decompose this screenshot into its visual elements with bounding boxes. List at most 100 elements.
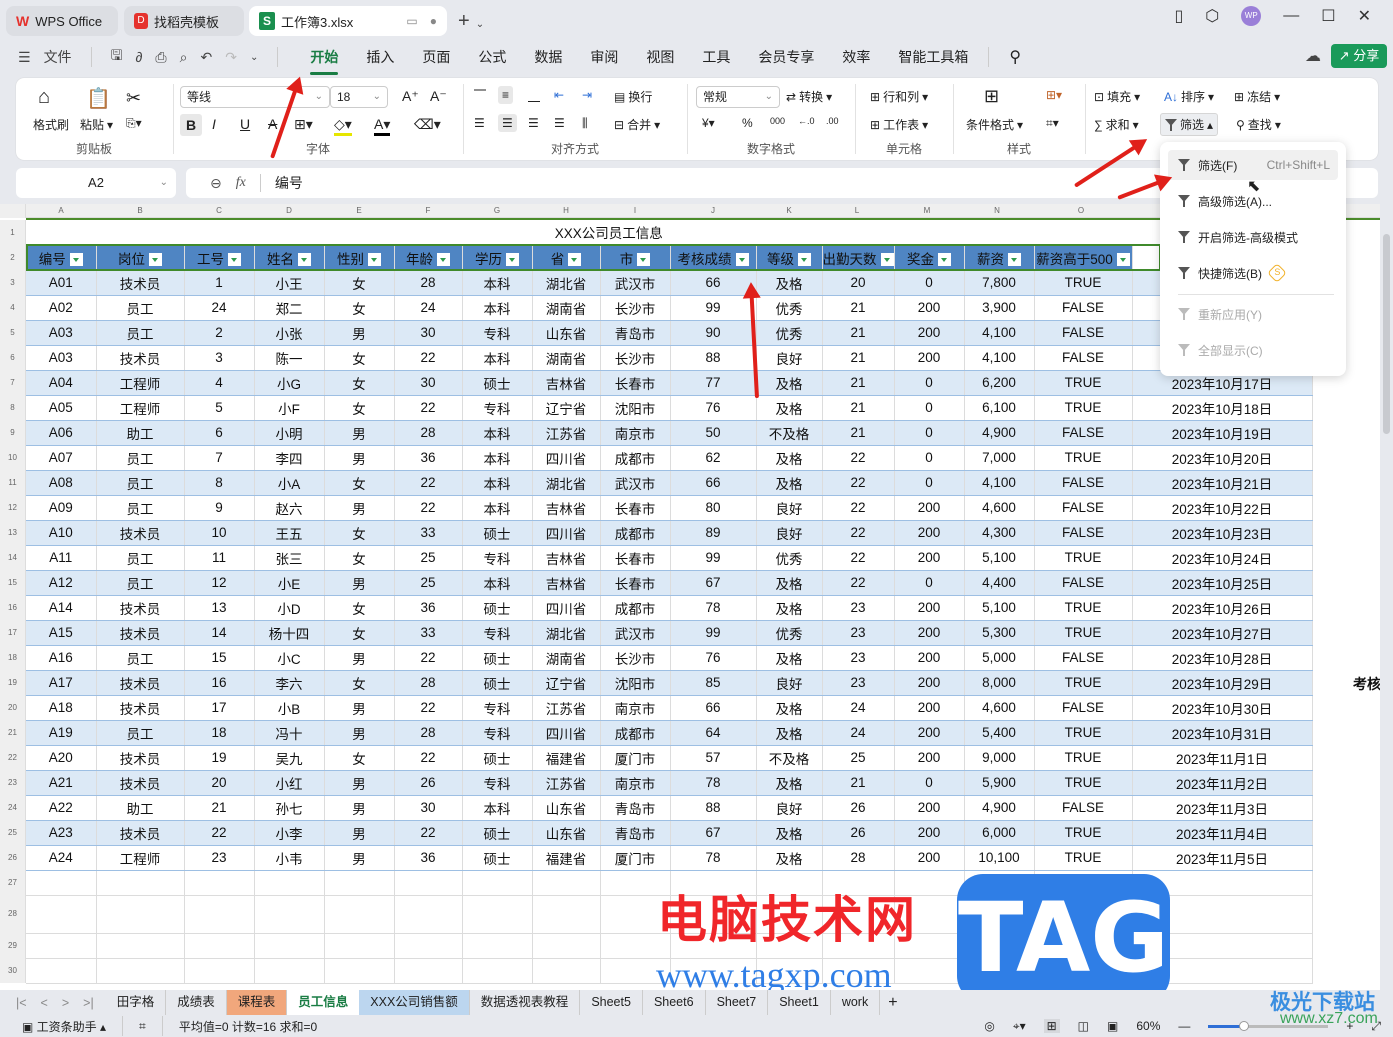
menu-data[interactable]: 数据 (520, 47, 576, 67)
avatar[interactable]: WP (1241, 6, 1262, 26)
table-cell[interactable]: 26 (822, 795, 895, 821)
table-cell[interactable]: 员工 (96, 495, 185, 521)
column-header[interactable]: L (822, 204, 892, 218)
column-header[interactable]: J (670, 204, 756, 218)
table-cell[interactable]: 武汉市 (600, 470, 671, 496)
table-cell[interactable]: 沈阳市 (600, 395, 671, 421)
table-cell[interactable]: 李四 (254, 445, 325, 471)
menu-member[interactable]: 会员专享 (744, 47, 828, 67)
table-cell[interactable]: 小D (254, 595, 325, 621)
empty-cell[interactable] (96, 933, 185, 959)
table-cell[interactable]: 长沙市 (600, 295, 671, 321)
table-cell[interactable]: 24 (184, 295, 255, 321)
table-cell[interactable]: 青岛市 (600, 820, 671, 846)
table-cell[interactable]: 郑二 (254, 295, 325, 321)
table-cell[interactable]: 南京市 (600, 695, 671, 721)
table-cell[interactable]: 57 (670, 745, 757, 771)
table-cell[interactable]: 80 (670, 495, 757, 521)
empty-cell[interactable] (26, 870, 97, 896)
table-cell[interactable]: 22 (394, 820, 463, 846)
table-cell[interactable]: 优秀 (756, 620, 823, 646)
decrease-decimal-icon[interactable]: .00 (826, 116, 839, 126)
column-header[interactable]: A (26, 204, 96, 218)
row-header[interactable]: 28 (0, 895, 26, 933)
table-cell[interactable]: 赵六 (254, 495, 325, 521)
cube-icon[interactable]: ⬡ (1205, 6, 1219, 26)
table-cell[interactable]: 不及格 (756, 745, 823, 771)
table-cell[interactable]: 专科 (462, 545, 533, 571)
conditional-format-button[interactable]: 条件格式 ▾ (966, 116, 1023, 133)
table-cell[interactable]: 2023年11月1日 (1132, 745, 1313, 771)
menu-home[interactable]: 开始 (296, 47, 352, 75)
empty-cell[interactable] (324, 933, 395, 959)
row-header[interactable]: 2 (0, 245, 26, 270)
table-cell[interactable]: 本科 (462, 270, 533, 296)
table-cell[interactable]: 22 (394, 745, 463, 771)
table-cell[interactable]: 成都市 (600, 595, 671, 621)
table-cell[interactable]: 0 (894, 770, 965, 796)
table-cell[interactable]: 男 (324, 320, 395, 346)
table-cell[interactable]: 77 (670, 370, 757, 396)
sheet-tab[interactable]: 数据透视表教程 (470, 990, 581, 1015)
table-cell[interactable]: 15 (184, 645, 255, 671)
table-cell[interactable]: 吉林省 (532, 370, 601, 396)
table-cell[interactable]: 长春市 (600, 370, 671, 396)
table-cell[interactable]: 男 (324, 695, 395, 721)
menu-item-quick-filter[interactable]: 快捷筛选(B) S (1168, 258, 1338, 288)
table-cell[interactable]: TRUE (1034, 670, 1133, 696)
table-cell[interactable]: 杨十四 (254, 620, 325, 646)
table-cell[interactable]: 小C (254, 645, 325, 671)
table-cell[interactable]: 湖南省 (532, 295, 601, 321)
table-cell[interactable]: 及格 (756, 595, 823, 621)
table-cell[interactable]: 男 (324, 645, 395, 671)
table-cell[interactable]: A02 (26, 295, 97, 321)
row-header[interactable]: 26 (0, 845, 26, 870)
empty-cell[interactable] (324, 958, 395, 984)
empty-cell[interactable] (184, 933, 255, 959)
table-cell[interactable]: 工程师 (96, 395, 185, 421)
table-cell[interactable]: 22 (822, 445, 895, 471)
menu-item-advanced-mode[interactable]: 开启筛选-高级模式 (1168, 222, 1338, 252)
empty-cell[interactable] (96, 958, 185, 984)
table-cell[interactable]: 员工 (96, 645, 185, 671)
table-cell[interactable]: 20 (184, 770, 255, 796)
align-top-icon[interactable]: ⎺ (474, 88, 486, 103)
column-header[interactable]: C (184, 204, 254, 218)
row-col-button[interactable]: ⊞ 行和列 ▾ (870, 88, 928, 105)
table-cell[interactable]: 技术员 (96, 270, 185, 296)
table-cell[interactable]: 厦门市 (600, 845, 671, 871)
wrap-text-button[interactable]: ▤ 换行 (614, 88, 652, 105)
table-cell[interactable]: 28 (394, 670, 463, 696)
table-cell[interactable]: 女 (324, 295, 395, 321)
table-cell[interactable]: 6,100 (964, 395, 1035, 421)
table-cell[interactable]: 吴九 (254, 745, 325, 771)
table-cell[interactable]: 2 (184, 320, 255, 346)
row-header[interactable]: 29 (0, 933, 26, 958)
increase-decimal-icon[interactable]: ←.0 (798, 116, 815, 126)
row-header[interactable]: 15 (0, 570, 26, 595)
vertical-scrollbar[interactable] (1380, 204, 1393, 990)
table-cell[interactable]: FALSE (1034, 320, 1133, 346)
table-cell[interactable]: 6,000 (964, 820, 1035, 846)
table-cell[interactable]: 200 (894, 545, 965, 571)
table-cell[interactable]: A12 (26, 570, 97, 596)
empty-cell[interactable] (26, 933, 97, 959)
table-cell[interactable]: TRUE (1034, 745, 1133, 771)
table-cell[interactable]: 0 (894, 570, 965, 596)
table-cell[interactable]: 200 (894, 320, 965, 346)
table-cell[interactable]: 21 (184, 795, 255, 821)
table-cell[interactable]: 50 (670, 420, 757, 446)
normal-view-icon[interactable]: ⊞ (1043, 1019, 1060, 1033)
table-cell[interactable]: 4 (184, 370, 255, 396)
empty-cell[interactable] (394, 958, 463, 984)
table-cell[interactable]: 长沙市 (600, 645, 671, 671)
merge-button[interactable]: ⊟ 合并 ▾ (614, 116, 660, 133)
table-cell[interactable]: 2023年10月25日 (1132, 570, 1313, 596)
table-cell[interactable]: 99 (670, 620, 757, 646)
currency-icon[interactable]: ¥▾ (702, 116, 715, 130)
table-cell[interactable]: 员工 (96, 320, 185, 346)
table-cell[interactable]: 22 (394, 395, 463, 421)
table-cell[interactable]: 4,900 (964, 420, 1035, 446)
table-cell[interactable]: 0 (894, 470, 965, 496)
copy-icon[interactable]: ⎘▾ (126, 116, 142, 131)
